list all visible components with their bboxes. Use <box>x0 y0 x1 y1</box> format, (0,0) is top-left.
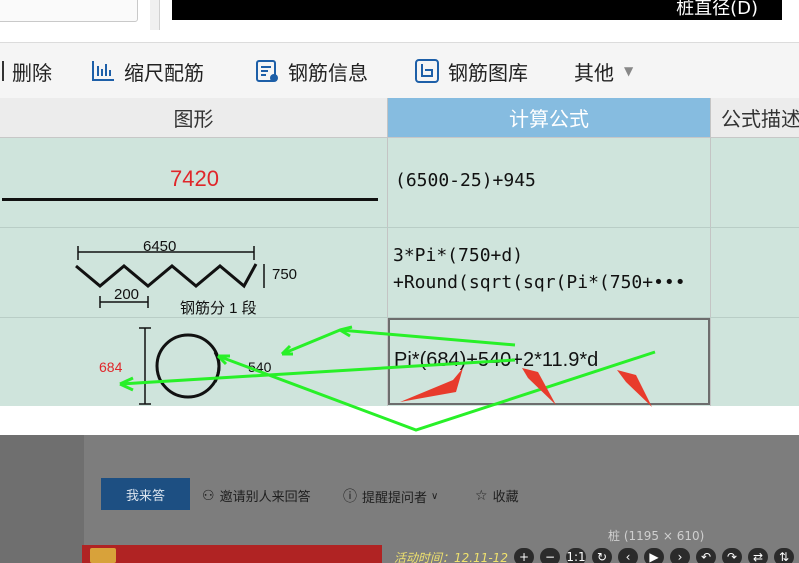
flip-vertical-button[interactable]: ⇅ <box>774 548 794 563</box>
red-arrow-markers <box>400 368 652 407</box>
remind-asker-link[interactable]: ⓘ 提醒提问者 ∨ <box>343 486 438 506</box>
favorite-link[interactable]: ☆ 收藏 <box>475 486 519 506</box>
promo-logo <box>90 548 116 563</box>
remind-asker-label: 提醒提问者 <box>362 490 428 506</box>
answer-button[interactable]: 我来答 <box>101 478 190 510</box>
prev-button[interactable]: ‹ <box>618 548 638 563</box>
invite-answer-label: 邀请别人来回答 <box>219 490 311 505</box>
screenshot-root: 桩直径(D) 删除 缩尺配筋 钢筋信息 钢筋图库 其他 ▼ 图形 计算公式 公式… <box>0 0 799 563</box>
user-icon: ⚇ <box>202 487 215 504</box>
favorite-label: 收藏 <box>492 490 519 505</box>
zoom-out-button[interactable]: − <box>540 548 560 563</box>
green-annotation-lines <box>119 325 656 432</box>
zoom-in-button[interactable]: + <box>514 548 534 563</box>
info-icon: ⓘ <box>343 489 357 505</box>
next-button[interactable]: › <box>670 548 690 563</box>
flip-horizontal-button[interactable]: ⇄ <box>748 548 768 563</box>
promo-text: 活动时间：12.11-12 <box>394 551 508 563</box>
chevron-down-icon: ∨ <box>431 490 439 502</box>
rotate-button[interactable]: ↻ <box>592 548 612 563</box>
star-icon: ☆ <box>475 487 488 504</box>
undo-rotate-button[interactable]: ↶ <box>696 548 716 563</box>
promo-banner[interactable] <box>82 545 382 563</box>
invite-answer-link[interactable]: ⚇ 邀请别人来回答 <box>202 486 311 506</box>
redo-rotate-button[interactable]: ↷ <box>722 548 742 563</box>
image-size-label: 桩 (1195 × 610) <box>608 529 705 543</box>
actual-size-button[interactable]: 1:1 <box>566 548 586 563</box>
play-button[interactable]: ▶ <box>644 548 664 563</box>
